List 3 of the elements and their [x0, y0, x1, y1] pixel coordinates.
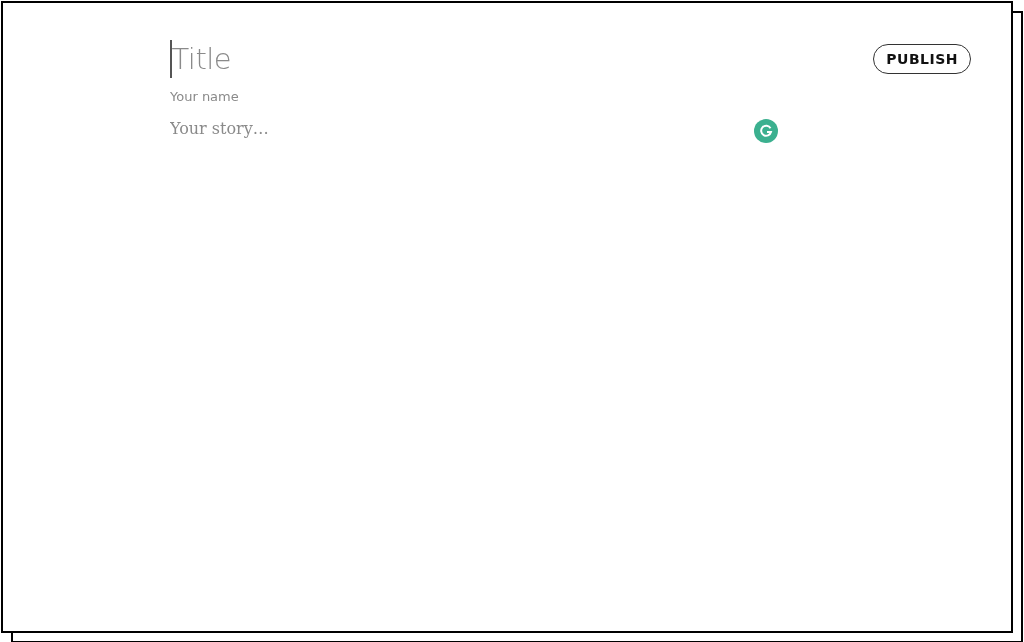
- publish-button[interactable]: PUBLISH: [873, 44, 971, 74]
- grammar-checker-icon[interactable]: [754, 119, 779, 143]
- text-cursor: [170, 40, 172, 78]
